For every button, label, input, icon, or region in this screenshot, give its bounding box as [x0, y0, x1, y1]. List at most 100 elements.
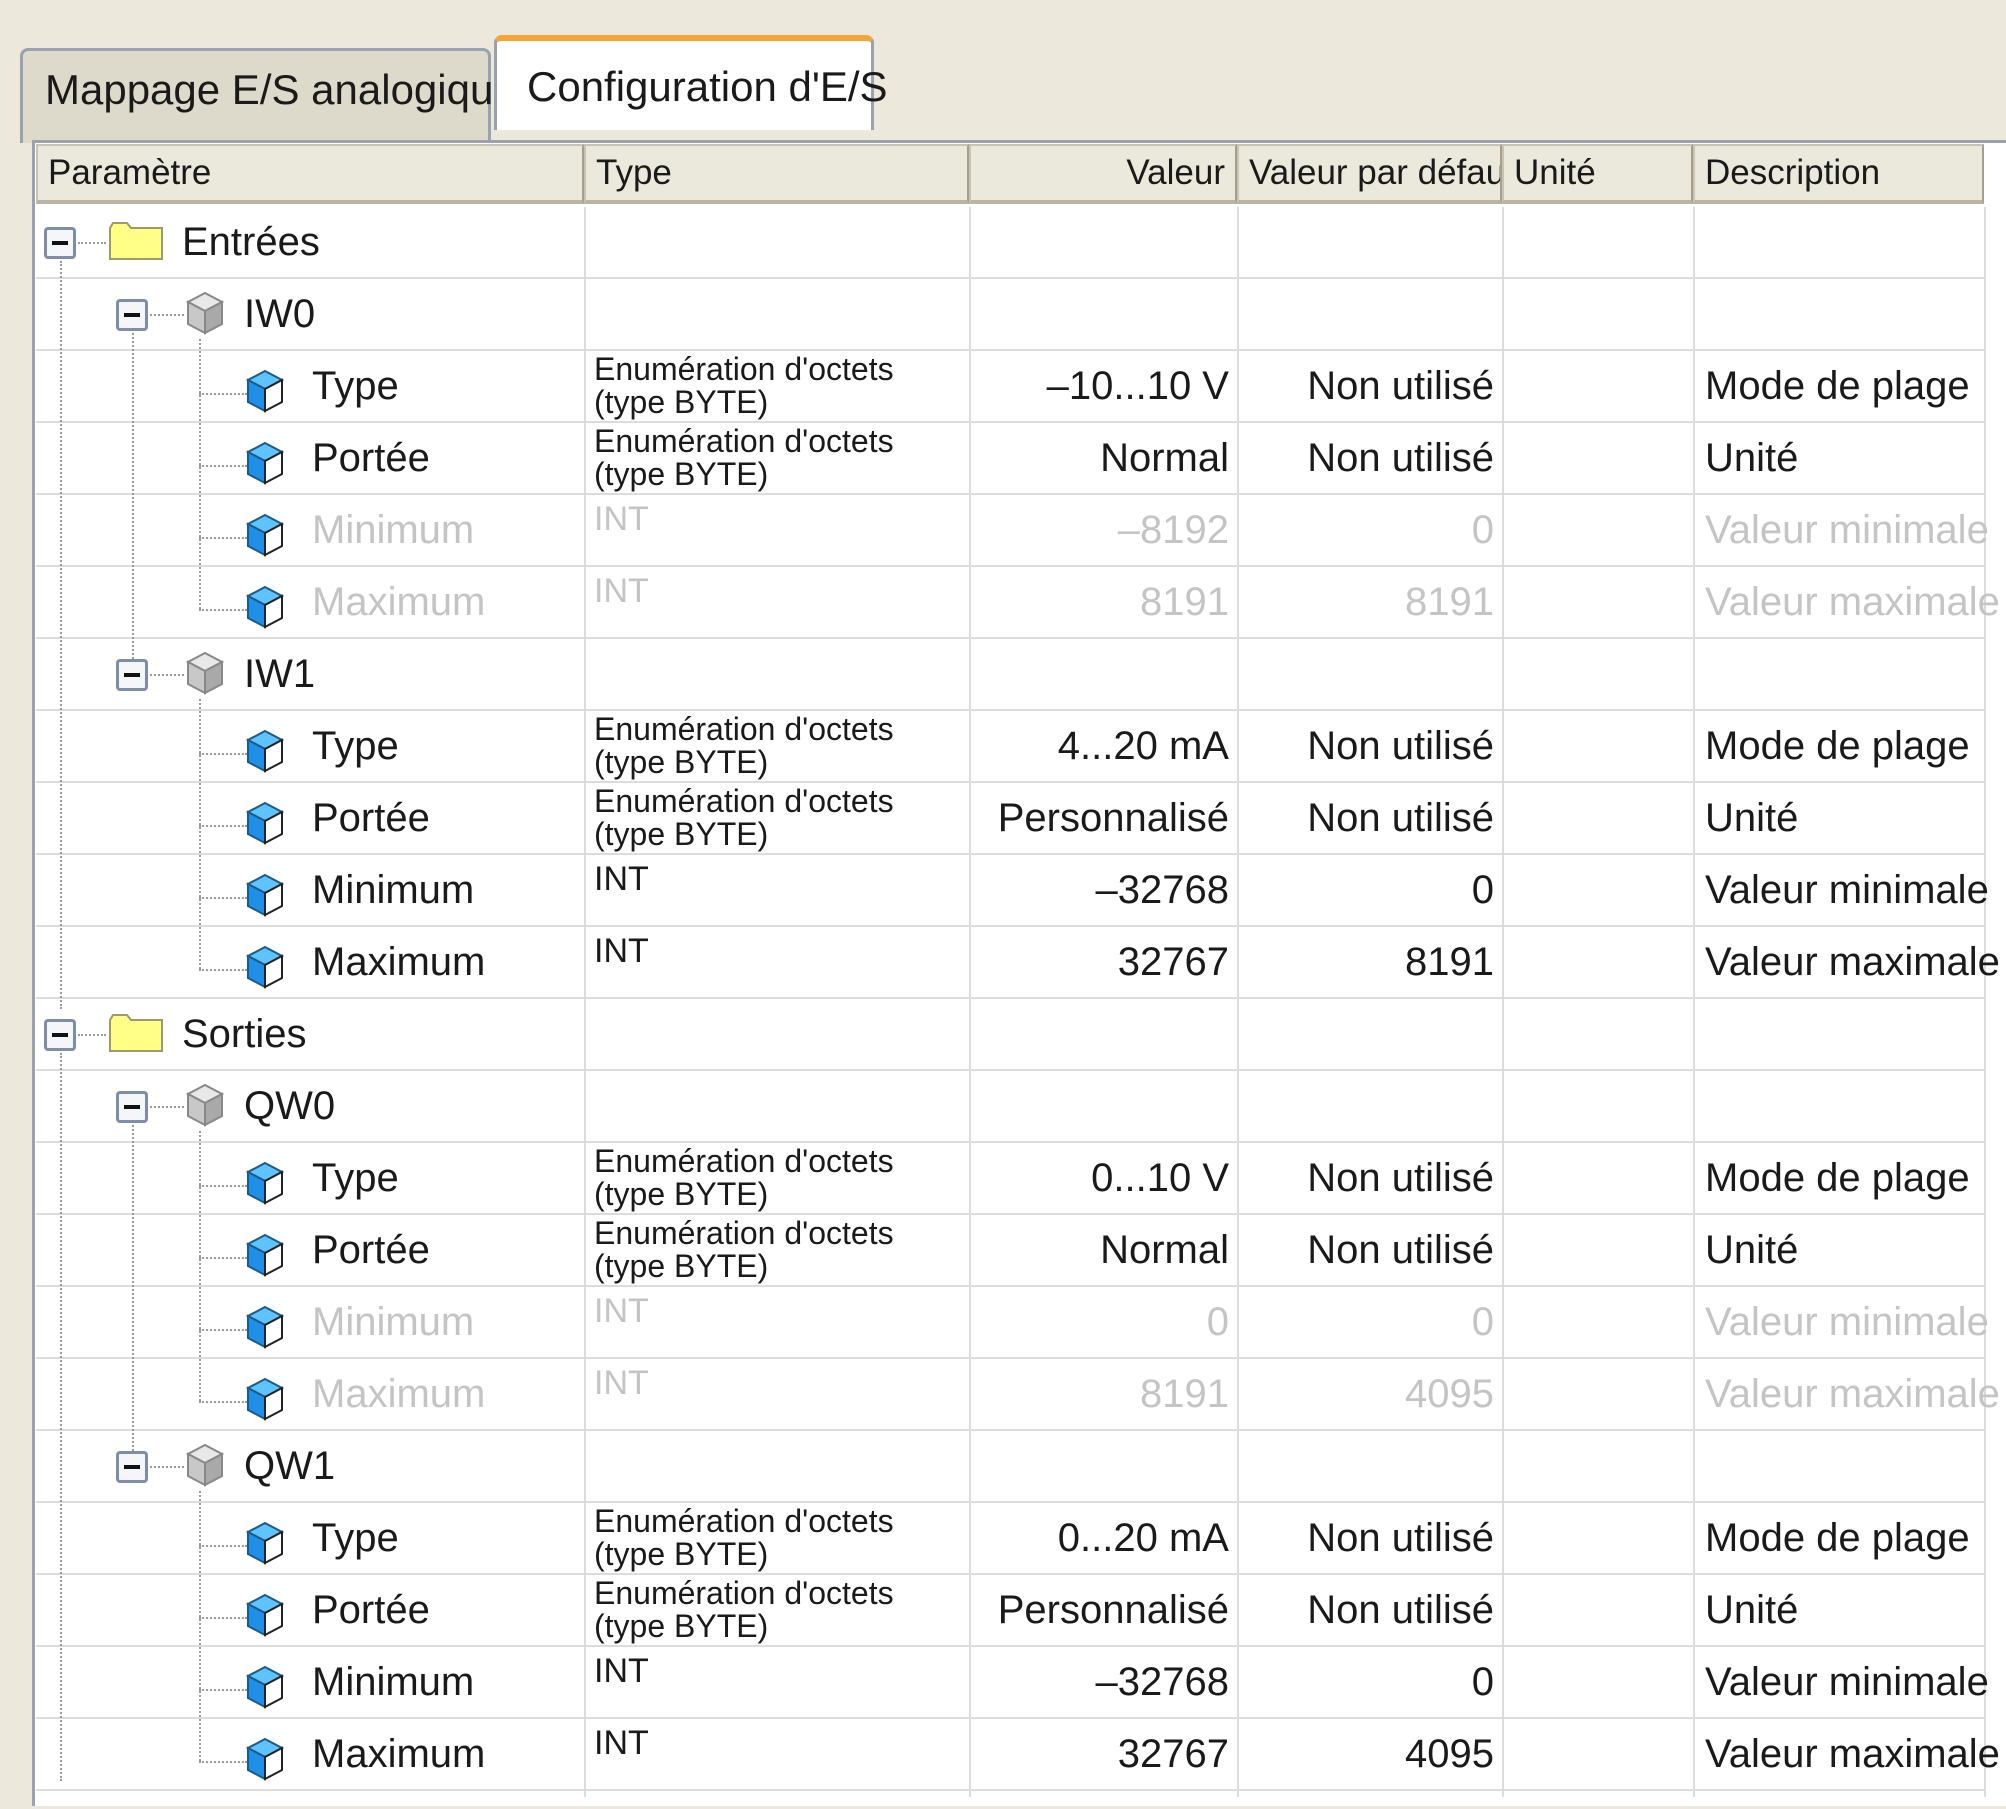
parameter-value[interactable]: 32767 — [969, 1719, 1229, 1789]
tree-connector — [199, 897, 247, 899]
collapse-toggle-icon[interactable] — [116, 1091, 148, 1123]
parameter-value[interactable]: 0...20 mA — [969, 1503, 1229, 1573]
parameter-icon — [245, 1521, 285, 1565]
table-row[interactable]: Minimum INT –8192 0 Valeur minimale — [36, 495, 1989, 567]
tree-channel-row[interactable]: IW0 — [36, 279, 1984, 351]
tree-folder-label: Entrées — [182, 220, 320, 264]
parameter-name: Type — [312, 724, 399, 768]
parameter-default-value: Non utilisé — [1307, 1156, 1494, 1200]
tree-connector — [199, 1491, 201, 1761]
parameter-description: Valeur minimale — [1705, 508, 1989, 552]
parameter-name: Portée — [312, 436, 430, 480]
tree-connector — [199, 339, 201, 609]
parameter-value[interactable]: –10...10 V — [969, 351, 1229, 421]
tree-connector — [199, 969, 247, 971]
table-row[interactable]: Type Enumération d'octets (type BYTE) 0...… — [36, 1503, 1984, 1575]
parameter-value[interactable]: Normal — [969, 1215, 1229, 1285]
tree-connector — [199, 1761, 247, 1763]
column-header-default[interactable]: Valeur par défaut — [1237, 144, 1502, 204]
table-row[interactable]: Type Enumération d'octets (type BYTE) 4...… — [36, 711, 1984, 783]
parameter-default-value: Non utilisé — [1307, 364, 1494, 408]
parameter-description: Mode de plage — [1705, 364, 1970, 408]
parameter-default-value: 8191 — [1405, 940, 1494, 984]
tree-connector — [199, 537, 247, 539]
channel-cube-icon — [185, 291, 225, 335]
column-header-unit[interactable]: Unité — [1502, 144, 1693, 204]
parameter-icon — [245, 801, 285, 845]
table-row[interactable]: Maximum INT 32767 8191 Valeur maximale — [36, 927, 2000, 999]
tree-channel-row[interactable]: IW1 — [36, 639, 1984, 711]
parameter-value[interactable]: –32768 — [969, 1647, 1229, 1717]
tab-mappage-es-analogiques[interactable]: Mappage E/S analogiques — [20, 48, 538, 143]
column-header-description[interactable]: Description — [1693, 144, 1984, 204]
parameter-description: Unité — [1705, 1228, 1799, 1272]
parameter-description: Unité — [1705, 1588, 1799, 1632]
tree-folder-row[interactable]: Sorties — [36, 999, 1984, 1071]
tree-connector — [78, 242, 106, 244]
table-row[interactable]: Maximum INT 32767 4095 Valeur maximale — [36, 1719, 2000, 1791]
parameter-value[interactable]: 32767 — [969, 927, 1229, 997]
tree-connector — [199, 609, 247, 611]
parameter-value[interactable]: 0...10 V — [969, 1143, 1229, 1213]
parameter-type: INT — [594, 1292, 649, 1330]
grid-column-divider — [1984, 207, 1986, 1797]
tree-connector — [199, 1257, 247, 1259]
parameter-icon — [245, 1305, 285, 1349]
parameter-type: INT — [594, 1364, 649, 1402]
collapse-toggle-icon[interactable] — [44, 1019, 76, 1051]
parameter-icon — [245, 1161, 285, 1205]
parameter-description: Valeur maximale — [1705, 580, 2000, 624]
parameter-value[interactable]: Personnalisé — [969, 1575, 1229, 1645]
parameter-name: Maximum — [312, 940, 486, 984]
column-header-value[interactable]: Valeur — [969, 144, 1237, 204]
parameter-name: Maximum — [312, 1372, 486, 1416]
parameter-default-value: Non utilisé — [1307, 1228, 1494, 1272]
parameter-value[interactable]: 4...20 mA — [969, 711, 1229, 781]
parameter-icon — [245, 369, 285, 413]
table-row[interactable]: Minimum INT –32768 0 Valeur minimale — [36, 1647, 1989, 1719]
tree-folder-row[interactable]: Entrées — [36, 207, 1984, 279]
tree-connector — [199, 1689, 247, 1691]
tree-channel-row[interactable]: QW1 — [36, 1431, 1984, 1503]
table-row[interactable]: Portée Enumération d'octets (type BYTE) No… — [36, 423, 1984, 495]
tab-configuration-es[interactable]: Configuration d'E/S — [494, 35, 888, 130]
parameter-value[interactable]: –32768 — [969, 855, 1229, 925]
collapse-toggle-icon[interactable] — [116, 1451, 148, 1483]
tree-connector — [199, 1185, 247, 1187]
parameter-name: Portée — [312, 796, 430, 840]
table-row[interactable]: Portée Enumération d'octets (type BYTE) Pe… — [36, 1575, 1984, 1647]
table-row[interactable]: Minimum INT –32768 0 Valeur minimale — [36, 855, 1989, 927]
tree-connector — [199, 1131, 201, 1401]
tree-channel-label: QW0 — [244, 1084, 336, 1128]
parameter-icon — [245, 729, 285, 773]
table-row[interactable]: Portée Enumération d'octets (type BYTE) Pe… — [36, 783, 1984, 855]
table-row[interactable]: Minimum INT 0 0 Valeur minimale — [36, 1287, 1989, 1359]
parameter-value[interactable]: Normal — [969, 423, 1229, 493]
parameter-description: Valeur maximale — [1705, 1732, 2000, 1776]
collapse-toggle-icon[interactable] — [116, 299, 148, 331]
column-header-param[interactable]: Paramètre — [36, 144, 584, 204]
parameter-description: Valeur maximale — [1705, 1372, 2000, 1416]
table-row[interactable]: Portée Enumération d'octets (type BYTE) No… — [36, 1215, 1984, 1287]
tree-channel-row[interactable]: QW0 — [36, 1071, 1984, 1143]
parameter-value: 8191 — [1140, 1372, 1229, 1416]
parameter-description: Valeur minimale — [1705, 1660, 1989, 1704]
table-row[interactable]: Type Enumération d'octets (type BYTE) –10.… — [36, 351, 1984, 423]
parameter-icon — [245, 1737, 285, 1781]
table-row[interactable]: Type Enumération d'octets (type BYTE) 0...… — [36, 1143, 1984, 1215]
parameter-name: Portée — [312, 1588, 430, 1632]
parameter-icon — [245, 585, 285, 629]
parameter-icon — [245, 513, 285, 557]
collapse-toggle-icon[interactable] — [116, 659, 148, 691]
parameter-type: Enumération d'octets (type BYTE) — [594, 1575, 894, 1644]
table-row[interactable]: Maximum INT 8191 4095 Valeur maximale — [36, 1359, 2000, 1431]
tree-connector — [199, 1545, 247, 1547]
parameter-value[interactable]: Personnalisé — [969, 783, 1229, 853]
parameter-name: Type — [312, 1156, 399, 1200]
collapse-toggle-icon[interactable] — [44, 227, 76, 259]
parameter-type: INT — [594, 860, 649, 898]
table-row[interactable]: Maximum INT 8191 8191 Valeur maximale — [36, 567, 2000, 639]
parameter-value: 0 — [1206, 1300, 1229, 1344]
parameter-type: INT — [594, 932, 649, 970]
column-header-type[interactable]: Type — [584, 144, 969, 204]
